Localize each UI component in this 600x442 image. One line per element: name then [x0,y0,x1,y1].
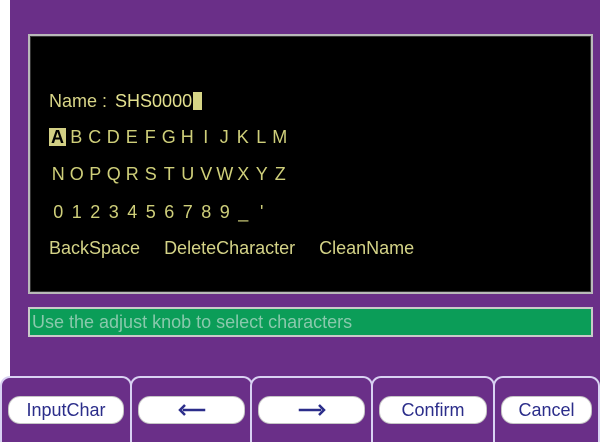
char-n[interactable]: N [49,164,68,184]
character-row-3: 0 1 2 3 4 5 6 7 8 9 _ ' [49,202,271,222]
char-a[interactable]: A [49,128,66,146]
character-row-2: N O P Q R S T U V W X Y Z [49,164,290,184]
left-arrow-icon [177,404,205,416]
backspace-action[interactable]: BackSpace [49,238,140,258]
text-cursor [193,92,203,110]
screen: Name : SHS0000 A B C D E F G H I J K L M… [0,0,600,442]
confirm-label: Confirm [401,399,465,420]
char-y[interactable]: Y [253,164,272,184]
delete-character-action[interactable]: DeleteCharacter [164,238,295,258]
char-c[interactable]: C [86,127,105,147]
char-x[interactable]: X [234,164,253,184]
char-t[interactable]: T [160,164,179,184]
name-editor-panel: Name : SHS0000 A B C D E F G H I J K L M… [28,34,593,294]
char-underscore[interactable]: _ [234,202,253,222]
editor-actions-row: BackSpace DeleteCharacter CleanName [49,238,414,258]
left-arrow-button[interactable] [138,396,245,424]
char-apostrophe[interactable]: ' [253,202,272,222]
name-value: SHS0000 [115,91,193,111]
char-v[interactable]: V [197,164,216,184]
char-k[interactable]: K [234,127,253,147]
right-arrow-icon [298,404,326,416]
char-h[interactable]: H [178,127,197,147]
char-j[interactable]: J [215,127,234,147]
char-u[interactable]: U [179,164,198,184]
char-s[interactable]: S [142,164,161,184]
char-4[interactable]: 4 [123,202,142,222]
softkey-input-char[interactable]: InputChar [0,376,132,442]
cancel-button[interactable]: Cancel [501,396,592,424]
softkey-confirm[interactable]: Confirm [371,376,495,442]
input-char-label: InputChar [26,399,106,420]
char-6[interactable]: 6 [160,202,179,222]
right-arrow-button[interactable] [258,396,365,424]
name-label: Name : [49,91,108,111]
char-i[interactable]: I [197,127,216,147]
char-p[interactable]: P [86,164,105,184]
clean-name-action[interactable]: CleanName [319,238,414,258]
char-8[interactable]: 8 [197,202,216,222]
char-f[interactable]: F [141,127,160,147]
char-2[interactable]: 2 [86,202,105,222]
char-3[interactable]: 3 [105,202,124,222]
char-q[interactable]: Q [105,164,124,184]
char-9[interactable]: 9 [216,202,235,222]
char-w[interactable]: W [216,164,235,184]
status-bar: Use the adjust knob to select characters [28,307,593,337]
softkey-right-arrow[interactable] [250,376,373,442]
char-o[interactable]: O [68,164,87,184]
char-5[interactable]: 5 [142,202,161,222]
char-z[interactable]: Z [271,164,290,184]
char-0[interactable]: 0 [49,202,68,222]
input-char-button[interactable]: InputChar [8,396,124,424]
name-value-field[interactable]: SHS0000 [115,91,203,111]
character-row-1: A B C D E F G H I J K L M [49,127,289,147]
char-b[interactable]: B [67,127,86,147]
char-e[interactable]: E [123,127,142,147]
char-1[interactable]: 1 [68,202,87,222]
char-m[interactable]: M [271,127,290,147]
char-d[interactable]: D [104,127,123,147]
confirm-button[interactable]: Confirm [379,396,487,424]
char-g[interactable]: G [160,127,179,147]
softkey-cancel[interactable]: Cancel [493,376,600,442]
softkey-left-arrow[interactable] [130,376,253,442]
name-row: Name : SHS0000 [49,91,203,111]
char-l[interactable]: L [252,127,271,147]
char-r[interactable]: R [123,164,142,184]
char-7[interactable]: 7 [179,202,198,222]
cancel-label: Cancel [518,399,575,420]
